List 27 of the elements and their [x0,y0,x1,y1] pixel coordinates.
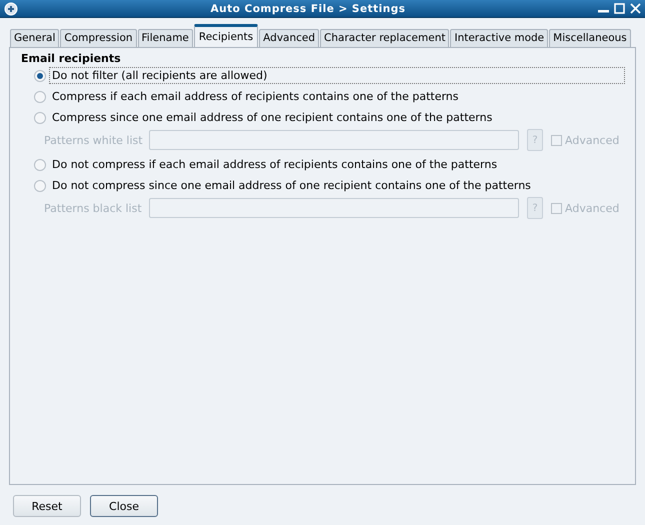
option-label[interactable]: Do not filter (all recipients are allowed) [49,67,625,84]
option-label[interactable]: Compress since one email address of one recipient contains one of the patterns [49,109,496,126]
field-label: Patterns white list [44,134,144,146]
close-icon[interactable] [630,3,641,14]
tab[interactable]: General [10,29,60,47]
option-label[interactable]: Compress if each email address of recipients contains one of the patterns [49,88,462,105]
radio-button[interactable] [34,90,46,102]
window-title: Auto Compress File > Settings [210,2,406,14]
field-label: Patterns black list [44,202,143,214]
tab[interactable]: Advanced [259,29,320,47]
radio-button[interactable] [34,180,46,192]
tab[interactable]: Character replacement [320,29,450,47]
tab[interactable]: Recipients [194,24,258,47]
maximize-icon[interactable] [614,3,625,14]
tab[interactable]: Compression [60,29,137,47]
dialog-button[interactable]: Close [90,495,158,517]
radio-button[interactable] [34,112,46,124]
option-label[interactable]: Do not compress if each email address of recipients contains one of the patterns [49,156,500,173]
tab[interactable]: Miscellaneous [549,29,631,47]
section-title: Email recipients [21,52,122,65]
tab[interactable]: Filename [138,29,193,47]
radio-button[interactable] [34,158,46,170]
dialog-button[interactable]: Reset [13,495,81,517]
option-label[interactable]: Do not compress since one email address of one recipient contains one of the patterns [49,177,534,194]
tab[interactable]: Interactive mode [450,29,548,47]
app-icon[interactable] [4,2,18,16]
radio-button[interactable] [34,70,46,82]
